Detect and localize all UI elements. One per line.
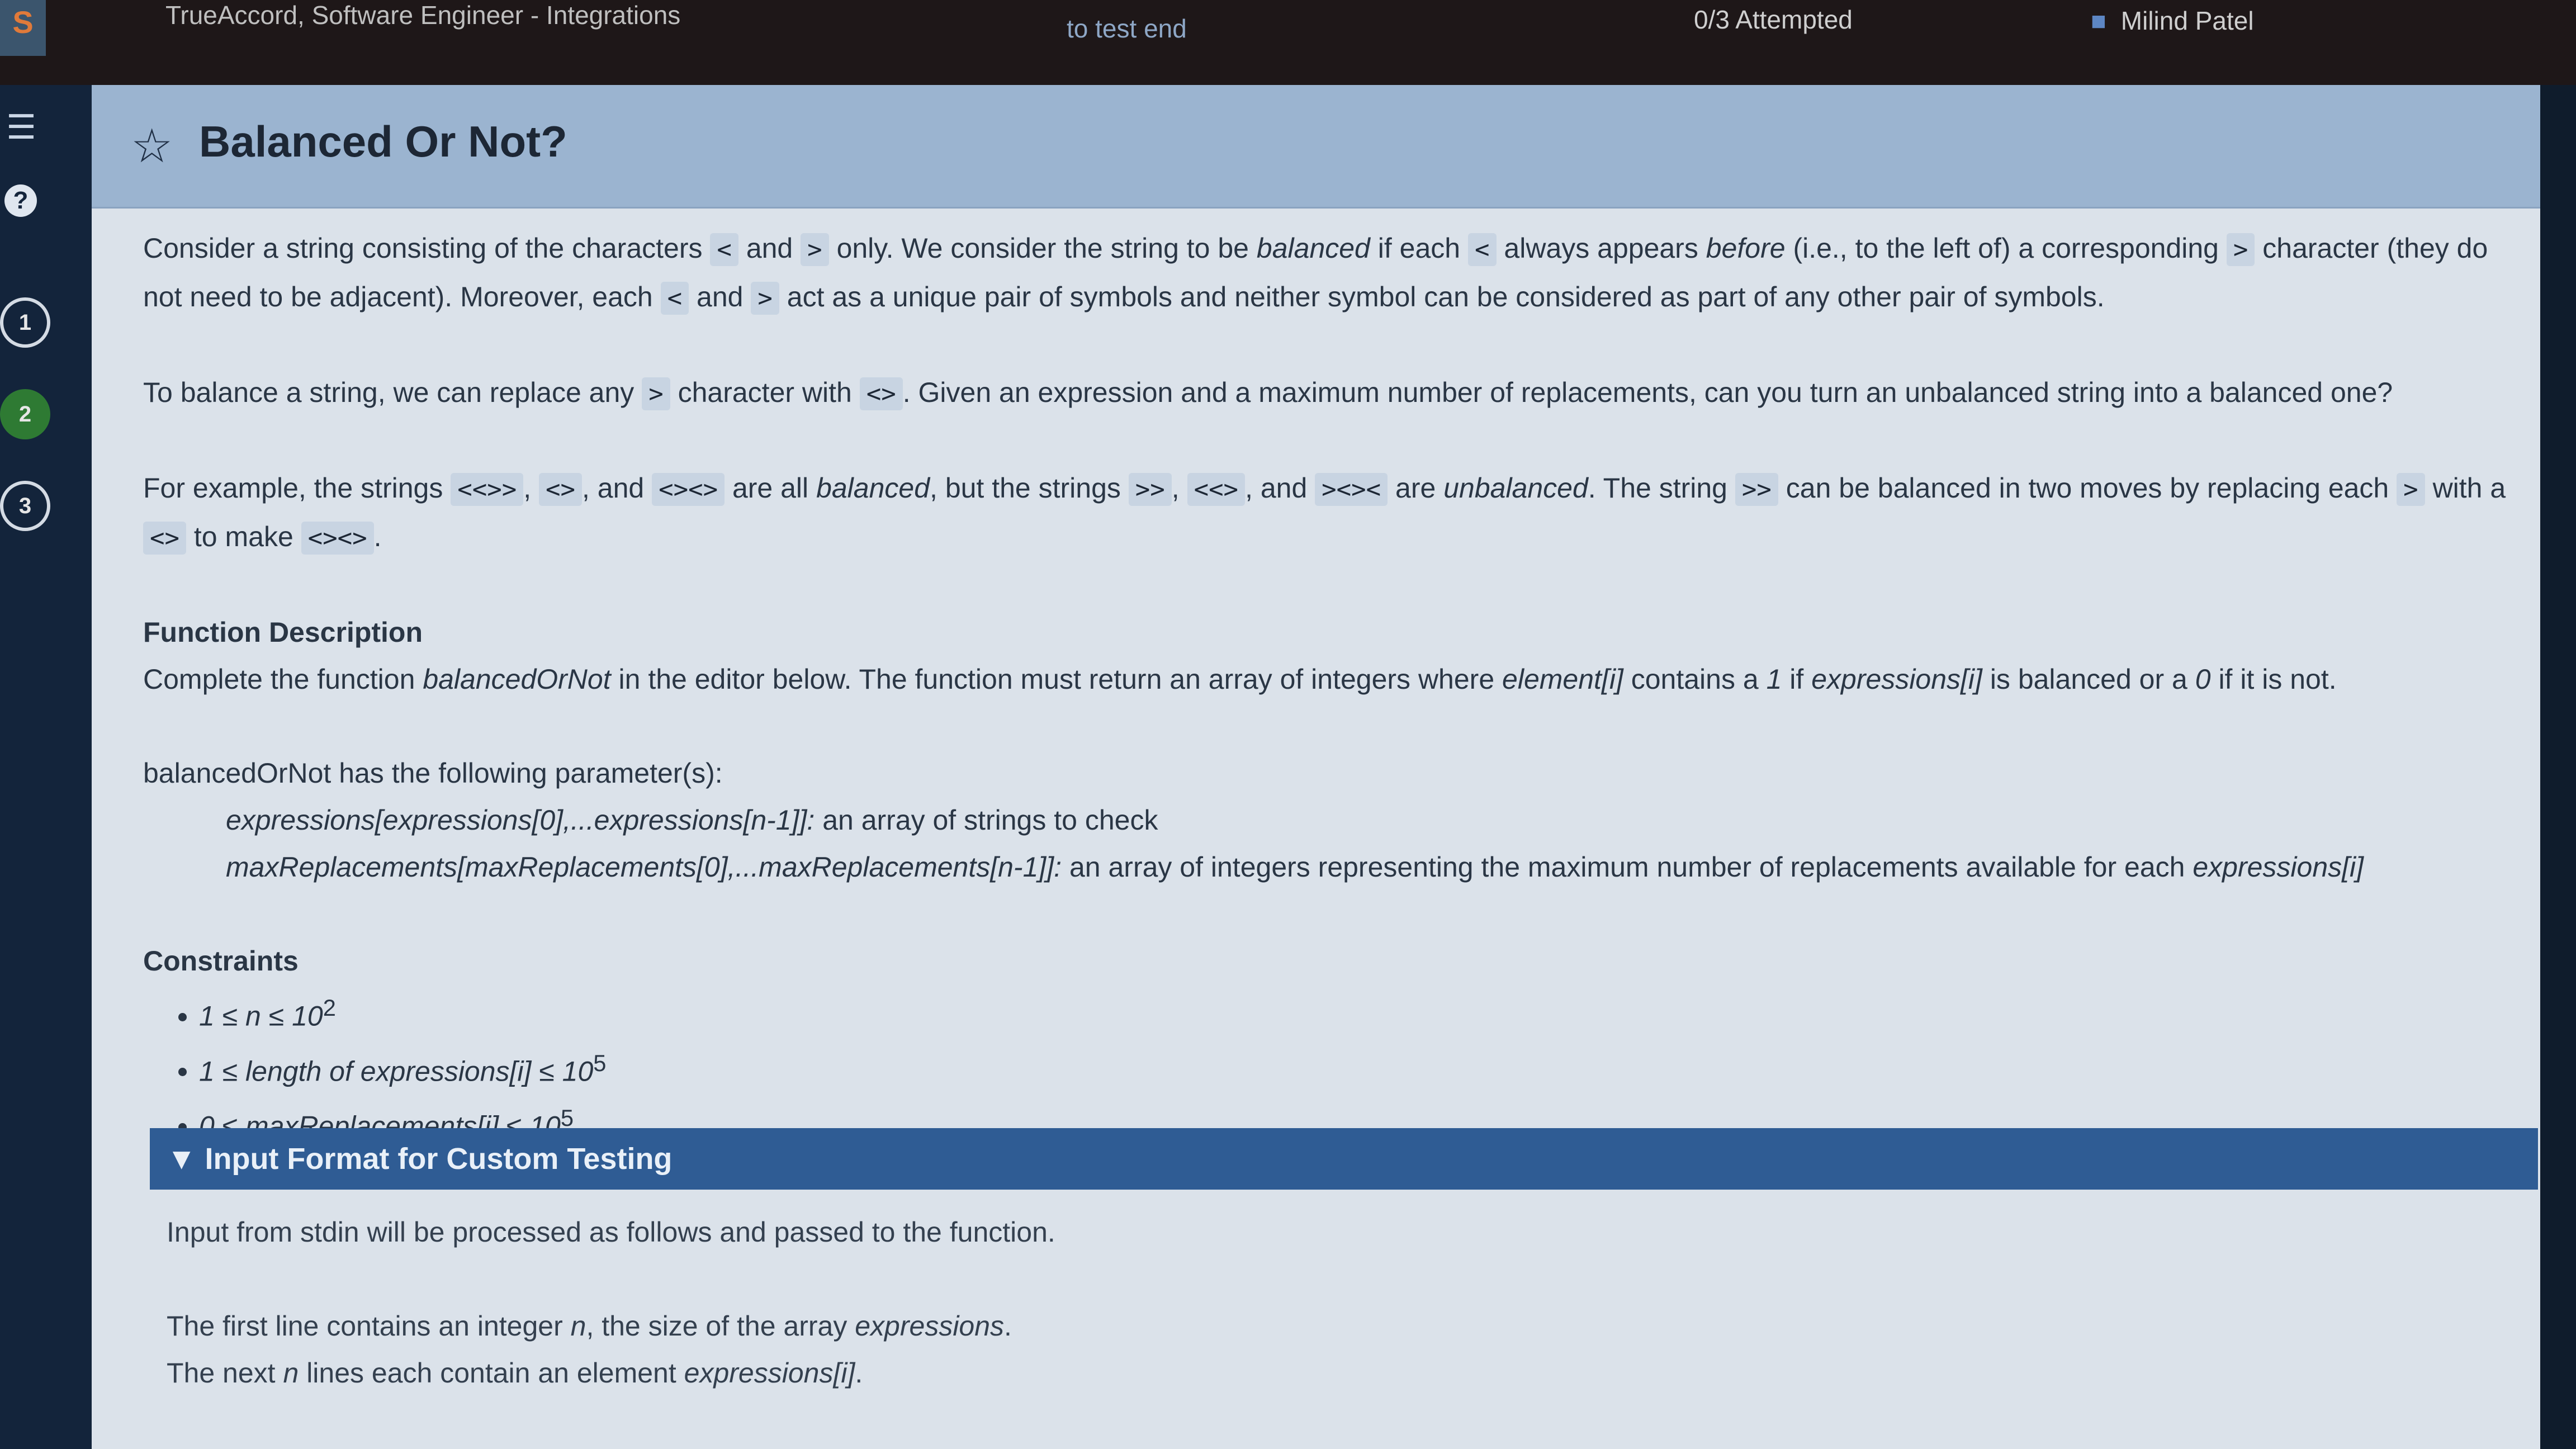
attempted-count: 0/3 Attempted bbox=[1694, 5, 1853, 34]
sidebar: ☰ ? 1 2 3 bbox=[0, 85, 92, 1449]
function-description-heading: Function Description bbox=[143, 617, 423, 648]
question-step-3[interactable]: 3 bbox=[0, 481, 50, 531]
input-line-2: The first line contains an integer n, th… bbox=[167, 1310, 1012, 1342]
help-icon[interactable]: ? bbox=[4, 184, 37, 217]
input-line-3: The next n lines each contain an element… bbox=[167, 1357, 863, 1389]
example-paragraph: For example, the strings <<>>, <>, and <… bbox=[143, 465, 2508, 562]
constraints-list: 1 ≤ n ≤ 102 1 ≤ length of expressions[i]… bbox=[143, 984, 2508, 1150]
parameters-heading: balancedOrNot has the following paramete… bbox=[143, 757, 723, 789]
intro-paragraph-1: Consider a string consisting of the char… bbox=[143, 225, 2508, 322]
user-name: Milind Patel bbox=[2120, 6, 2254, 35]
constraint-item: 1 ≤ n ≤ 102 bbox=[199, 984, 2508, 1040]
intro-paragraph-2: To balance a string, we can replace any … bbox=[143, 369, 2508, 418]
input-format-toggle[interactable]: ▼ Input Format for Custom Testing bbox=[150, 1128, 2538, 1190]
param-max-replacements: maxReplacements[maxReplacements[0],...ma… bbox=[226, 851, 2364, 883]
app-logo: S bbox=[0, 0, 46, 56]
triangle-down-icon: ▼ bbox=[167, 1142, 197, 1176]
input-line-1: Input from stdin will be processed as fo… bbox=[167, 1216, 1055, 1248]
menu-list-icon[interactable]: ☰ bbox=[2, 108, 40, 146]
top-bar: S TrueAccord, Software Engineer - Integr… bbox=[0, 0, 2576, 85]
constraints-heading: Constraints bbox=[143, 945, 299, 977]
problem-title: Balanced Or Not? bbox=[199, 117, 567, 166]
timer-label: to test end bbox=[1067, 14, 1187, 43]
test-title: TrueAccord, Software Engineer - Integrat… bbox=[165, 1, 681, 30]
constraint-item: 1 ≤ length of expressions[i] ≤ 105 bbox=[199, 1040, 2508, 1095]
question-step-2[interactable]: 2 bbox=[0, 389, 50, 439]
gt-char: > bbox=[801, 233, 829, 266]
problem-panel: ☆ Balanced Or Not? Consider a string con… bbox=[92, 85, 2540, 1449]
star-outline-icon[interactable]: ☆ bbox=[131, 119, 173, 173]
input-format-content: Input from stdin will be processed as fo… bbox=[167, 1209, 2459, 1396]
user-menu[interactable]: ■ Milind Patel bbox=[2091, 6, 2254, 36]
user-icon: ■ bbox=[2091, 6, 2106, 35]
input-format-heading: Input Format for Custom Testing bbox=[205, 1142, 673, 1176]
function-description: Complete the function balancedOrNot in t… bbox=[143, 664, 2337, 695]
problem-statement: Consider a string consisting of the char… bbox=[143, 225, 2508, 1150]
question-step-1[interactable]: 1 bbox=[0, 297, 50, 348]
lt-char: < bbox=[710, 233, 738, 266]
problem-header: ☆ Balanced Or Not? bbox=[92, 85, 2540, 209]
param-expressions: expressions[expressions[0],...expression… bbox=[226, 804, 1158, 836]
